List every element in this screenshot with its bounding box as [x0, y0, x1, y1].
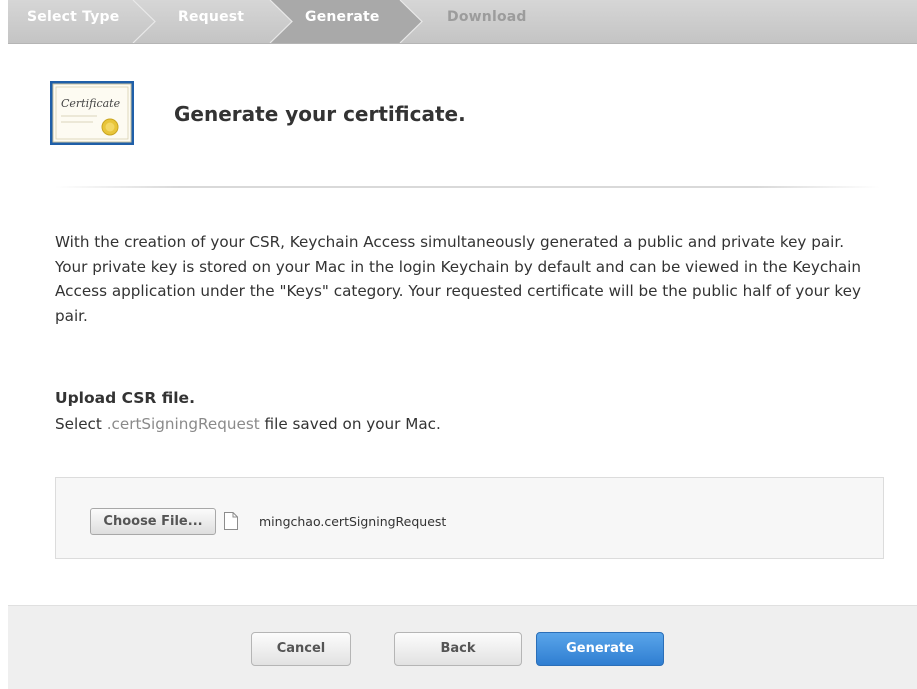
intro-text: With the creation of your CSR, Keychain … — [55, 233, 861, 325]
step-select-type: Select Type — [27, 9, 120, 25]
footer-bar: Cancel Back Generate — [8, 605, 917, 689]
selected-file-name: mingchao.certSigningRequest — [259, 514, 447, 529]
svg-text:Certificate: Certificate — [61, 97, 121, 110]
choose-file-button[interactable]: Choose File... — [90, 508, 216, 535]
back-button[interactable]: Back — [394, 632, 522, 666]
document-icon — [224, 512, 238, 530]
cancel-button[interactable]: Cancel — [251, 632, 351, 666]
upload-title: Upload CSR file. — [55, 389, 195, 407]
upload-desc-suffix: file saved on your Mac. — [259, 415, 441, 433]
step-progress-bar: Select Type Request Generate Download — [8, 0, 917, 44]
generate-button[interactable]: Generate — [536, 632, 664, 666]
file-extension-text: .certSigningRequest — [106, 415, 260, 433]
page-title: Generate your certificate. — [174, 102, 466, 126]
step-request: Request — [178, 9, 245, 25]
certificate-icon: Certificate — [49, 80, 135, 146]
step-download: Download — [447, 9, 527, 25]
step-generate: Generate — [305, 9, 380, 25]
file-upload-box: Choose File... mingchao.certSigningReque… — [55, 477, 884, 559]
step-separator-1 — [132, 0, 156, 43]
upload-desc-prefix: Select — [55, 415, 107, 433]
upload-description: Select .certSigningRequest file saved on… — [55, 415, 441, 433]
section-divider — [55, 186, 880, 188]
